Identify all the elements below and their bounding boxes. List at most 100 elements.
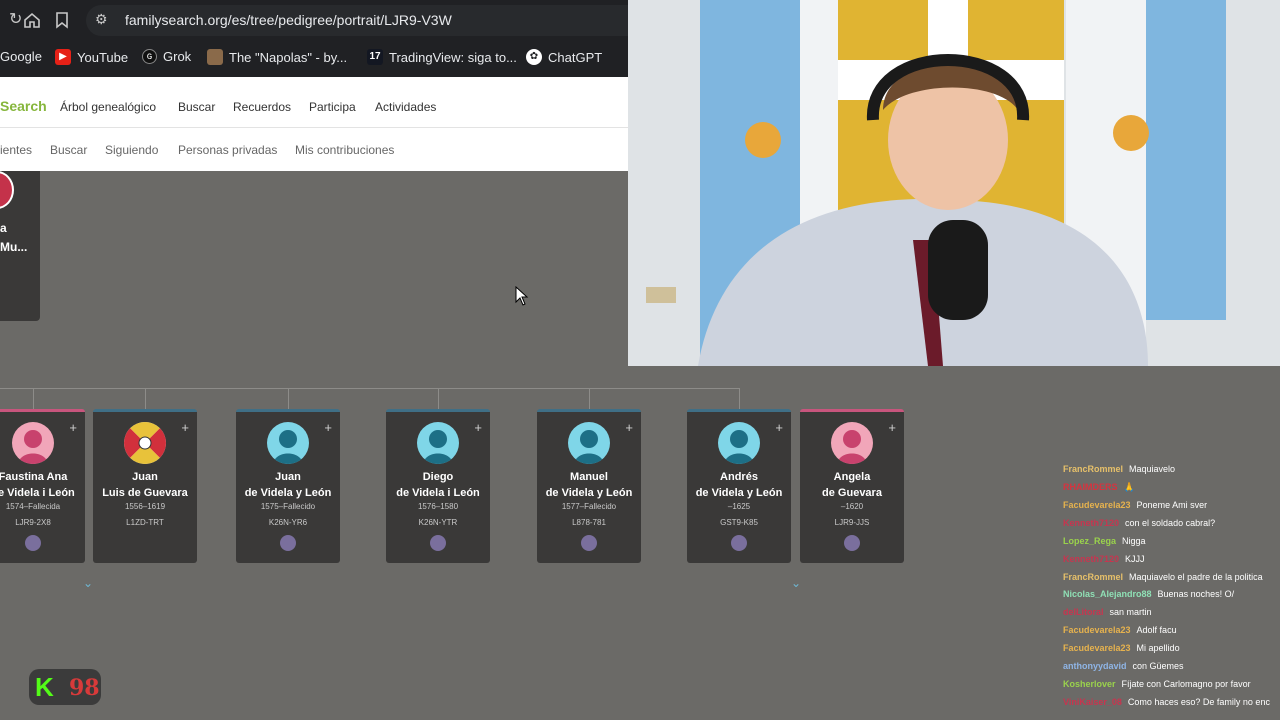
person-last-name: de Videla y León xyxy=(244,487,332,499)
chat-message: Facudevarela23 Mi apellido xyxy=(1063,643,1180,653)
chat-username: anthonyydavid xyxy=(1063,661,1127,671)
bookmark-chatgpt[interactable]: ✿ ChatGPT xyxy=(526,49,602,65)
chat-username: Lopez_Rega xyxy=(1063,536,1117,546)
familysearch-main-nav: Search Árbol genealógico Buscar Recuerdo… xyxy=(0,77,628,128)
chat-username: FrancRommel xyxy=(1063,572,1124,582)
parent-person-card[interactable]: a Mu... xyxy=(0,171,40,321)
person-first-name: Juan xyxy=(275,471,301,483)
chat-text: Como haces eso? De family no enc xyxy=(1127,697,1270,707)
subnav-buscar[interactable]: Buscar xyxy=(50,143,87,157)
person-last-name: de Guevara xyxy=(822,487,882,499)
add-person-icon[interactable]: + xyxy=(775,420,783,435)
subnav-siguiendo[interactable]: Siguiendo xyxy=(105,143,158,157)
add-person-icon[interactable]: + xyxy=(69,420,77,435)
chat-username: FrancRommel xyxy=(1063,464,1124,474)
youtube-icon: ▶ xyxy=(55,49,71,65)
site-settings-icon[interactable]: ⚙ xyxy=(95,11,108,28)
chat-message: Kenneth7120 KJJJ xyxy=(1063,554,1145,564)
temple-icon[interactable] xyxy=(731,535,747,551)
chat-message: FrancRommel Maquiavelo el padre de la pol… xyxy=(1063,572,1263,582)
chat-username: Facudevarela23 xyxy=(1063,643,1131,653)
male-avatar-icon xyxy=(417,422,459,464)
viewer-count-badge: K 98 xyxy=(29,669,101,705)
bookmark-tradingview[interactable]: 17 TradingView: siga to... xyxy=(367,49,517,65)
person-id: GST9-K85 xyxy=(720,518,758,527)
bookmark-youtube[interactable]: ▶ YouTube xyxy=(55,49,128,65)
parent-name-line2: Mu... xyxy=(0,240,28,254)
chat-message: delLitoral san martin xyxy=(1063,607,1152,617)
chat-message: anthonyydavid con Güemes xyxy=(1063,661,1184,671)
tradingview-icon: 17 xyxy=(367,49,383,65)
person-last-name: de Videla i León xyxy=(396,487,480,499)
person-card-faustina-ana[interactable]: + Faustina Ana de Videla i León 1574–Fal… xyxy=(0,409,85,563)
bookmark-thumbnail-icon xyxy=(207,49,223,65)
parent-name-line1: a xyxy=(0,221,7,235)
bookmark-label: Grok xyxy=(163,49,192,64)
url-field[interactable]: ⚙ familysearch.org/es/tree/pedigree/port… xyxy=(86,5,628,36)
nav-actividades[interactable]: Actividades xyxy=(375,100,436,114)
add-person-icon[interactable]: + xyxy=(181,420,189,435)
temple-icon[interactable] xyxy=(844,535,860,551)
chat-username: Nicolas_Alejandro88 xyxy=(1063,589,1152,599)
viewer-count: 98 xyxy=(69,675,100,701)
person-card-andres-de-videla[interactable]: + Andrés de Videla y León –1625 GST9-K85 xyxy=(687,409,791,563)
person-id: LJR9-JJS xyxy=(834,518,870,527)
nav-buscar[interactable]: Buscar xyxy=(178,100,215,114)
reload-icon[interactable]: ↻ xyxy=(9,11,22,29)
chat-username: Kosherlover xyxy=(1063,679,1116,689)
add-person-icon[interactable]: + xyxy=(888,420,896,435)
chat-username: Kenneth7120 xyxy=(1063,554,1120,564)
familysearch-logo[interactable]: Search xyxy=(0,98,47,114)
add-person-icon[interactable]: + xyxy=(324,420,332,435)
male-avatar-icon xyxy=(718,422,760,464)
nav-participa[interactable]: Participa xyxy=(309,100,356,114)
subnav-recientes[interactable]: ientes xyxy=(0,143,32,157)
person-card-angela-de-guevara[interactable]: + Angela de Guevara –1620 LJR9-JJS xyxy=(800,409,904,563)
male-avatar-icon xyxy=(267,422,309,464)
coat-of-arms-icon xyxy=(124,422,166,464)
home-icon[interactable] xyxy=(23,11,41,34)
bookmark-star-icon[interactable] xyxy=(55,11,69,34)
person-card-juan-luis-de-guevara[interactable]: + Juan Luis de Guevara 1556–1619 L1ZD-TR… xyxy=(93,409,197,563)
temple-icon[interactable] xyxy=(25,535,41,551)
person-first-name: Angela xyxy=(833,471,871,483)
chat-text: Buenas noches! O/ xyxy=(1157,589,1235,599)
nav-recuerdos[interactable]: Recuerdos xyxy=(233,100,291,114)
chat-text: KJJJ xyxy=(1125,554,1145,564)
chat-text: Maquiavelo xyxy=(1129,464,1176,474)
bookmark-google[interactable]: Google xyxy=(0,49,42,64)
subnav-personas-privadas[interactable]: Personas privadas xyxy=(178,143,277,157)
female-avatar-icon xyxy=(831,422,873,464)
bookmark-napolas[interactable]: The "Napolas" - by... xyxy=(207,49,347,65)
person-card-juan-de-videla[interactable]: + Juan de Videla y León 1575–Fallecido K… xyxy=(236,409,340,563)
temple-icon[interactable] xyxy=(280,535,296,551)
temple-icon[interactable] xyxy=(430,535,446,551)
person-card-diego-de-videla[interactable]: + Diego de Videla i León 1576–1580 K26N-… xyxy=(386,409,490,563)
person-last-name: de Videla y León xyxy=(695,487,783,499)
bookmark-grok[interactable]: ɢ Grok xyxy=(142,49,191,64)
subnav-mis-contribuciones[interactable]: Mis contribuciones xyxy=(295,143,394,157)
chatgpt-icon: ✿ xyxy=(526,49,542,65)
temple-icon[interactable] xyxy=(581,535,597,551)
person-first-name: Manuel xyxy=(570,471,608,483)
person-card-manuel-de-videla[interactable]: + Manuel de Videla y León 1577–Fallecido… xyxy=(537,409,641,563)
chat-message: Kenneth7120 con el soldado cabral? xyxy=(1063,518,1215,528)
add-person-icon[interactable]: + xyxy=(474,420,482,435)
chat-text: Mi apellido xyxy=(1136,643,1180,653)
webcam-scene-image xyxy=(628,0,1280,366)
browser-window: ↻ ⚙ familysearch.org/es/tree/pedigree/po… xyxy=(0,0,628,171)
add-person-icon[interactable]: + xyxy=(625,420,633,435)
nav-arbol[interactable]: Árbol genealógico xyxy=(60,100,156,114)
bookmark-label: YouTube xyxy=(77,49,129,65)
person-last-name: Luis de Guevara xyxy=(102,487,188,499)
expand-descendants-chevron-icon[interactable]: ⌄ xyxy=(83,576,93,590)
chat-message: Facudevarela23 Adolf facu xyxy=(1063,625,1177,635)
person-last-name: de Videla i León xyxy=(0,487,75,499)
person-first-name: Andrés xyxy=(720,471,758,483)
person-dates: 1556–1619 xyxy=(124,502,166,511)
mouse-cursor-icon xyxy=(515,286,529,306)
chat-username: RHAIMDERS xyxy=(1063,482,1118,492)
chat-username: delLitoral xyxy=(1063,607,1104,617)
expand-descendants-chevron-icon[interactable]: ⌄ xyxy=(791,576,801,590)
person-dates: –1620 xyxy=(840,502,864,511)
